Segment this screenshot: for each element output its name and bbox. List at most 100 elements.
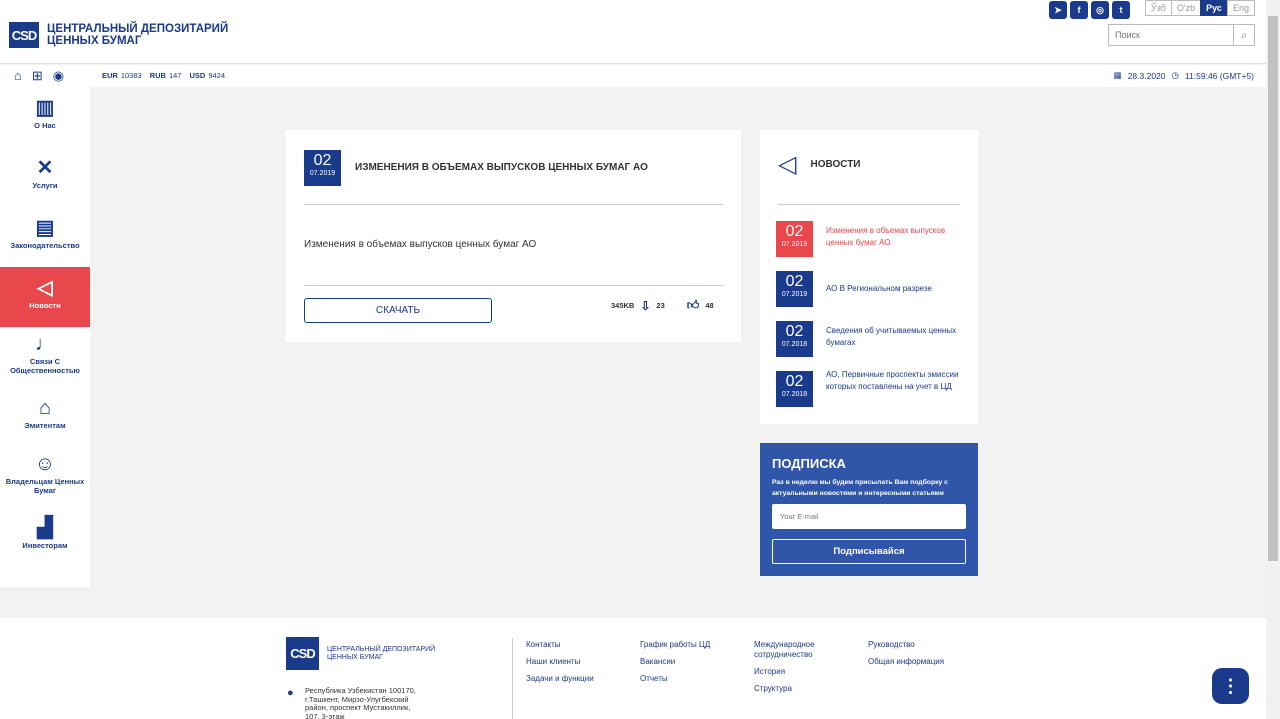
news-panel: ◁ НОВОСТИ 02 07.2019 Изменения в объемах… <box>760 130 978 424</box>
footer-link[interactable]: Международное сотрудничество <box>754 640 834 659</box>
article-title: ИЗМЕНЕНИЯ В ОБЪЕМАХ ВЫПУСКОВ ЦЕННЫХ БУМА… <box>355 162 648 173</box>
building-icon: ▥ <box>35 97 55 119</box>
download-icon[interactable]: ⇩ <box>640 299 650 313</box>
news-header: ◁ НОВОСТИ <box>778 151 861 178</box>
twitter-icon[interactable]: t <box>1112 1 1130 19</box>
sidebar-item-news[interactable]: ◁ Новости <box>0 267 90 327</box>
info-bar: ⌂ ⊞ ◉ EUR 10383 RUB 147 USD 9424 ▦ 28.3.202… <box>0 65 1266 87</box>
footer-link[interactable]: Общая информация <box>868 657 944 667</box>
news-date-badge: 02 07.2018 <box>776 321 813 357</box>
scrollbar[interactable] <box>1266 0 1280 719</box>
download-count: 23 <box>656 301 665 310</box>
sidebar-item-owners[interactable]: ☺ Владельцам Ценных Бумаг <box>0 447 90 507</box>
date-time: ▦ 28.3.2020 ◷ 11:59:46 (GMT+5) <box>1114 70 1254 81</box>
clock-icon: ◷ <box>1171 70 1179 80</box>
currency-rates: EUR 10383 RUB 147 USD 9424 <box>102 71 225 80</box>
news-date-badge: 02 07.2019 <box>776 221 813 257</box>
divider <box>778 204 960 205</box>
footer-links-2: График работы ЦД Вакансии Отчеты <box>640 640 710 691</box>
site-footer: CSD ЦЕНТРАЛЬНЫЙ ДЕПОЗИТАРИЙ ЦЕННЫХ БУМАГ… <box>0 618 1266 719</box>
social-links: ➤ f ◎ t <box>1049 1 1130 19</box>
footer-link[interactable]: Руководство <box>868 640 944 650</box>
site-logo[interactable]: CSD ЦЕНТРАЛЬНЫЙ ДЕПОЗИТАРИЙ ЦЕННЫХ БУМАГ <box>9 22 228 48</box>
footer-link[interactable]: Контакты <box>526 640 594 650</box>
home-icon[interactable]: ⌂ <box>14 68 22 84</box>
rate-usd: USD 9424 <box>189 71 225 80</box>
law-book-icon: ▤ <box>35 217 55 239</box>
email-field[interactable] <box>772 504 966 529</box>
sidebar-item-issuers[interactable]: ⌂ Эмитентам <box>0 387 90 447</box>
news-link[interactable]: Сведения об учитываемых ценных бумагах <box>826 325 962 349</box>
logo-text: ЦЕНТРАЛЬНЫЙ ДЕПОЗИТАРИЙ ЦЕННЫХ БУМАГ <box>327 645 436 661</box>
lang-uz-cyrillic[interactable]: Ўзб <box>1145 0 1172 16</box>
language-switcher: Ўзб O'zb Рус Eng <box>1145 0 1255 16</box>
sidebar-nav: ▥ О Нас ✕ Услуги ▤ Законодательство ◁ Но… <box>0 87 90 587</box>
divider <box>304 285 723 286</box>
news-link[interactable]: Изменения в объемах выпусков ценных бума… <box>826 225 962 249</box>
search-icon[interactable]: ⌕ <box>1233 25 1254 45</box>
chat-widget-button[interactable]: ⋮ <box>1212 668 1249 704</box>
subscribe-button[interactable]: Подписывайся <box>772 539 966 564</box>
search-input[interactable] <box>1109 25 1234 45</box>
logo-mark: CSD <box>9 22 39 48</box>
sidebar-item-about[interactable]: ▥ О Нас <box>0 87 90 147</box>
megaphone-icon: ◁ <box>778 151 797 178</box>
footer-link[interactable]: Задачи и функции <box>526 674 594 684</box>
subscribe-panel: ПОДПИСКА Раз в неделю мы будем присылать… <box>760 443 978 576</box>
calendar-icon: ▦ <box>1113 70 1122 80</box>
megaphone-icon: ◁ <box>37 277 53 299</box>
like-count: 48 <box>705 301 714 310</box>
current-time: 11:59:46 (GMT+5) <box>1184 70 1254 81</box>
download-button[interactable]: СКАЧАТЬ <box>304 298 492 323</box>
footer-links-3: Международное сотрудничество История Стр… <box>754 640 834 701</box>
search-box: ⌕ <box>1108 24 1255 46</box>
footer-link[interactable]: Структура <box>754 684 834 694</box>
rate-rub: RUB 147 <box>149 71 182 80</box>
microphone-icon: ♩ <box>35 332 55 355</box>
logo-mark: CSD <box>286 637 319 670</box>
lang-en[interactable]: Eng <box>1226 0 1255 16</box>
instagram-icon[interactable]: ◎ <box>1091 1 1109 19</box>
footer-links-1: Контакты Наши клиенты Задачи и функции <box>526 640 594 691</box>
handshake-icon: ✕ <box>36 157 54 179</box>
footer-link[interactable]: История <box>754 667 834 677</box>
footer-links-4: Руководство Общая информация <box>868 640 944 674</box>
current-date: 28.3.2020 <box>1127 70 1166 81</box>
telegram-icon[interactable]: ➤ <box>1049 1 1067 19</box>
article-date-badge: 02 07.2019 <box>304 150 341 186</box>
footer-logo[interactable]: CSD ЦЕНТРАЛЬНЫЙ ДЕПОЗИТАРИЙ ЦЕННЫХ БУМАГ <box>286 637 435 670</box>
subscribe-description: Раз в неделю мы будем присылать Вам подб… <box>772 479 948 497</box>
divider <box>512 638 513 719</box>
lang-ru[interactable]: Рус <box>1200 0 1228 16</box>
rate-eur: EUR 10383 <box>102 71 142 80</box>
footer-link[interactable]: Отчеты <box>640 674 710 684</box>
article-body: Изменения в объемах выпусков ценных бума… <box>304 239 537 250</box>
chart-icon: ▟ <box>37 517 53 539</box>
sidebar-item-legislation[interactable]: ▤ Законодательство <box>0 207 90 267</box>
site-header: CSD ЦЕНТРАЛЬНЫЙ ДЕПОЗИТАРИЙ ЦЕННЫХ БУМАГ… <box>0 0 1266 64</box>
article-card: 02 07.2019 ИЗМЕНЕНИЯ В ОБЪЕМАХ ВЫПУСКОВ … <box>286 130 741 342</box>
divider <box>304 204 723 205</box>
footer-link[interactable]: График работы ЦД <box>640 640 710 650</box>
footer-link[interactable]: Вакансии <box>640 657 710 667</box>
sidebar-item-investors[interactable]: ▟ Инвесторам <box>0 507 90 567</box>
news-date-badge: 02 07.2019 <box>776 271 813 307</box>
logo-text: ЦЕНТРАЛЬНЫЙ ДЕПОЗИТАРИЙ ЦЕННЫХ БУМАГ <box>47 23 229 47</box>
bank-icon: ⌂ <box>38 397 52 419</box>
news-link[interactable]: АО, Первичные проспекты эмиссии которых … <box>826 369 962 393</box>
footer-address: Республика Узбекистан 100170, г.Ташкент,… <box>305 686 416 719</box>
facebook-icon[interactable]: f <box>1070 1 1088 19</box>
like-icon[interactable]: 👍︎ <box>687 298 700 313</box>
article-stats: 345KB ⇩ 23 👍︎ 48 <box>611 298 714 313</box>
sidebar-item-services[interactable]: ✕ Услуги <box>0 147 90 207</box>
scrollbar-thumb[interactable] <box>1268 16 1278 561</box>
sitemap-icon[interactable]: ⊞ <box>32 68 43 84</box>
location-pin-icon: ● <box>287 687 294 699</box>
file-size: 345KB <box>611 301 635 310</box>
lang-uz-latin[interactable]: O'zb <box>1170 0 1202 16</box>
footer-link[interactable]: Наши клиенты <box>526 657 594 667</box>
sidebar-item-public-relations[interactable]: ♩ Связи С Общественностью <box>0 327 90 387</box>
news-link[interactable]: АО В Региональном разрезе <box>826 283 962 295</box>
quick-icons: ⌂ ⊞ ◉ <box>14 68 64 84</box>
eye-icon[interactable]: ◉ <box>53 68 64 84</box>
